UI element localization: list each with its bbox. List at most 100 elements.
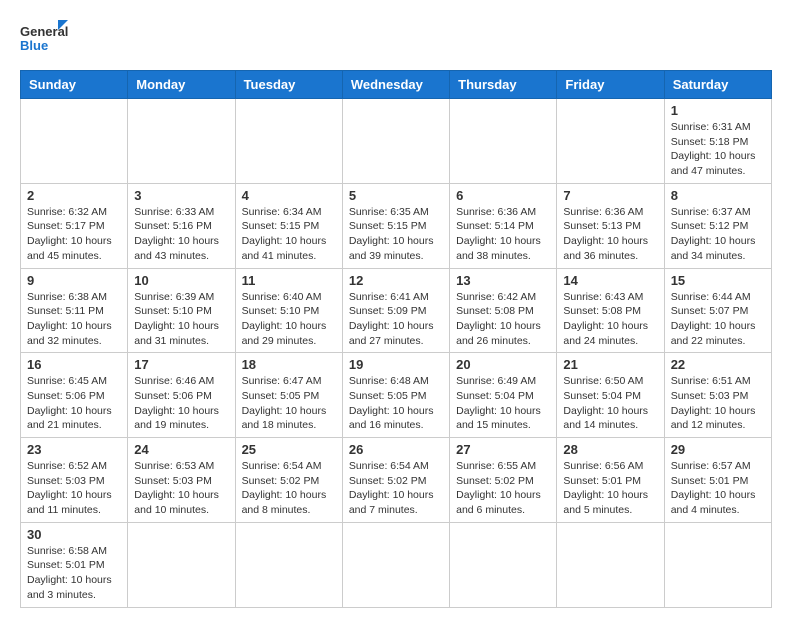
day-cell: 29 Sunrise: 6:57 AM Sunset: 5:01 PM Dayli…	[664, 438, 771, 523]
day-number: 3	[134, 188, 228, 203]
day-info: Sunrise: 6:57 AM Sunset: 5:01 PM Dayligh…	[671, 459, 765, 518]
day-cell	[557, 522, 664, 607]
day-number: 22	[671, 357, 765, 372]
week-row-5: 23Sunrise: 6:52 AM Sunset: 5:03 PM Dayli…	[21, 438, 772, 523]
day-cell	[128, 522, 235, 607]
day-number: 14	[563, 273, 657, 288]
day-number: 18	[242, 357, 336, 372]
day-number: 9	[27, 273, 121, 288]
day-cell: 19Sunrise: 6:48 AM Sunset: 5:05 PM Dayli…	[342, 353, 449, 438]
day-info: Sunrise: 6:54 AM Sunset: 5:02 PM Dayligh…	[242, 459, 336, 518]
day-info: Sunrise: 6:31 AM Sunset: 5:18 PM Dayligh…	[671, 120, 765, 179]
day-cell	[342, 522, 449, 607]
day-info: Sunrise: 6:44 AM Sunset: 5:07 PM Dayligh…	[671, 290, 765, 349]
day-cell: 17Sunrise: 6:46 AM Sunset: 5:06 PM Dayli…	[128, 353, 235, 438]
weekday-header-friday: Friday	[557, 71, 664, 99]
day-number: 13	[456, 273, 550, 288]
day-info: Sunrise: 6:56 AM Sunset: 5:01 PM Dayligh…	[563, 459, 657, 518]
day-cell: 28 Sunrise: 6:56 AM Sunset: 5:01 PM Dayli…	[557, 438, 664, 523]
day-info: Sunrise: 6:41 AM Sunset: 5:09 PM Dayligh…	[349, 290, 443, 349]
day-info: Sunrise: 6:33 AM Sunset: 5:16 PM Dayligh…	[134, 205, 228, 264]
weekday-header-thursday: Thursday	[450, 71, 557, 99]
day-info: Sunrise: 6:36 AM Sunset: 5:13 PM Dayligh…	[563, 205, 657, 264]
day-info: Sunrise: 6:50 AM Sunset: 5:04 PM Dayligh…	[563, 374, 657, 433]
week-row-6: 30Sunrise: 6:58 AM Sunset: 5:01 PM Dayli…	[21, 522, 772, 607]
day-cell: 11Sunrise: 6:40 AM Sunset: 5:10 PM Dayli…	[235, 268, 342, 353]
day-info: Sunrise: 6:49 AM Sunset: 5:04 PM Dayligh…	[456, 374, 550, 433]
day-info: Sunrise: 6:43 AM Sunset: 5:08 PM Dayligh…	[563, 290, 657, 349]
day-cell	[450, 99, 557, 184]
day-number: 28	[563, 442, 657, 457]
day-cell	[664, 522, 771, 607]
day-info: Sunrise: 6:37 AM Sunset: 5:12 PM Dayligh…	[671, 205, 765, 264]
logo: GeneralBlue	[20, 20, 70, 60]
day-cell	[21, 99, 128, 184]
week-row-3: 9 Sunrise: 6:38 AM Sunset: 5:11 PM Daylig…	[21, 268, 772, 353]
day-info: Sunrise: 6:52 AM Sunset: 5:03 PM Dayligh…	[27, 459, 121, 518]
day-cell: 8 Sunrise: 6:37 AM Sunset: 5:12 PM Daylig…	[664, 183, 771, 268]
logo-svg: GeneralBlue	[20, 20, 70, 60]
day-cell	[342, 99, 449, 184]
day-info: Sunrise: 6:39 AM Sunset: 5:10 PM Dayligh…	[134, 290, 228, 349]
week-row-2: 2Sunrise: 6:32 AM Sunset: 5:17 PM Daylig…	[21, 183, 772, 268]
day-number: 5	[349, 188, 443, 203]
day-cell: 25 Sunrise: 6:54 AM Sunset: 5:02 PM Dayli…	[235, 438, 342, 523]
calendar: SundayMondayTuesdayWednesdayThursdayFrid…	[20, 70, 772, 608]
day-number: 4	[242, 188, 336, 203]
day-info: Sunrise: 6:54 AM Sunset: 5:02 PM Dayligh…	[349, 459, 443, 518]
day-cell: 3 Sunrise: 6:33 AM Sunset: 5:16 PM Daylig…	[128, 183, 235, 268]
day-cell: 21 Sunrise: 6:50 AM Sunset: 5:04 PM Dayli…	[557, 353, 664, 438]
week-row-4: 16Sunrise: 6:45 AM Sunset: 5:06 PM Dayli…	[21, 353, 772, 438]
day-cell: 20Sunrise: 6:49 AM Sunset: 5:04 PM Dayli…	[450, 353, 557, 438]
day-cell: 1 Sunrise: 6:31 AM Sunset: 5:18 PM Daylig…	[664, 99, 771, 184]
day-info: Sunrise: 6:47 AM Sunset: 5:05 PM Dayligh…	[242, 374, 336, 433]
day-number: 12	[349, 273, 443, 288]
day-cell: 9 Sunrise: 6:38 AM Sunset: 5:11 PM Daylig…	[21, 268, 128, 353]
day-info: Sunrise: 6:38 AM Sunset: 5:11 PM Dayligh…	[27, 290, 121, 349]
day-cell	[128, 99, 235, 184]
day-cell	[235, 99, 342, 184]
day-number: 10	[134, 273, 228, 288]
day-number: 2	[27, 188, 121, 203]
weekday-header-monday: Monday	[128, 71, 235, 99]
day-cell: 30Sunrise: 6:58 AM Sunset: 5:01 PM Dayli…	[21, 522, 128, 607]
week-row-1: 1 Sunrise: 6:31 AM Sunset: 5:18 PM Daylig…	[21, 99, 772, 184]
day-cell: 27Sunrise: 6:55 AM Sunset: 5:02 PM Dayli…	[450, 438, 557, 523]
weekday-header-saturday: Saturday	[664, 71, 771, 99]
day-cell: 15Sunrise: 6:44 AM Sunset: 5:07 PM Dayli…	[664, 268, 771, 353]
day-number: 1	[671, 103, 765, 118]
weekday-header-sunday: Sunday	[21, 71, 128, 99]
day-cell: 7Sunrise: 6:36 AM Sunset: 5:13 PM Daylig…	[557, 183, 664, 268]
day-cell: 24Sunrise: 6:53 AM Sunset: 5:03 PM Dayli…	[128, 438, 235, 523]
weekday-header-wednesday: Wednesday	[342, 71, 449, 99]
day-number: 21	[563, 357, 657, 372]
day-number: 19	[349, 357, 443, 372]
day-cell	[235, 522, 342, 607]
day-number: 8	[671, 188, 765, 203]
day-cell: 18 Sunrise: 6:47 AM Sunset: 5:05 PM Dayli…	[235, 353, 342, 438]
svg-text:Blue: Blue	[20, 38, 48, 53]
weekday-header-tuesday: Tuesday	[235, 71, 342, 99]
day-info: Sunrise: 6:55 AM Sunset: 5:02 PM Dayligh…	[456, 459, 550, 518]
header: GeneralBlue	[20, 20, 772, 60]
day-cell: 10 Sunrise: 6:39 AM Sunset: 5:10 PM Dayli…	[128, 268, 235, 353]
day-cell: 13 Sunrise: 6:42 AM Sunset: 5:08 PM Dayli…	[450, 268, 557, 353]
day-cell: 5 Sunrise: 6:35 AM Sunset: 5:15 PM Daylig…	[342, 183, 449, 268]
day-cell: 6 Sunrise: 6:36 AM Sunset: 5:14 PM Daylig…	[450, 183, 557, 268]
day-number: 11	[242, 273, 336, 288]
day-info: Sunrise: 6:42 AM Sunset: 5:08 PM Dayligh…	[456, 290, 550, 349]
day-number: 25	[242, 442, 336, 457]
weekday-header-row: SundayMondayTuesdayWednesdayThursdayFrid…	[21, 71, 772, 99]
day-number: 29	[671, 442, 765, 457]
day-cell: 23Sunrise: 6:52 AM Sunset: 5:03 PM Dayli…	[21, 438, 128, 523]
day-cell: 26Sunrise: 6:54 AM Sunset: 5:02 PM Dayli…	[342, 438, 449, 523]
day-info: Sunrise: 6:45 AM Sunset: 5:06 PM Dayligh…	[27, 374, 121, 433]
day-cell	[450, 522, 557, 607]
day-number: 6	[456, 188, 550, 203]
day-info: Sunrise: 6:58 AM Sunset: 5:01 PM Dayligh…	[27, 544, 121, 603]
day-info: Sunrise: 6:36 AM Sunset: 5:14 PM Dayligh…	[456, 205, 550, 264]
day-number: 17	[134, 357, 228, 372]
day-cell	[557, 99, 664, 184]
day-cell: 12 Sunrise: 6:41 AM Sunset: 5:09 PM Dayli…	[342, 268, 449, 353]
day-info: Sunrise: 6:35 AM Sunset: 5:15 PM Dayligh…	[349, 205, 443, 264]
